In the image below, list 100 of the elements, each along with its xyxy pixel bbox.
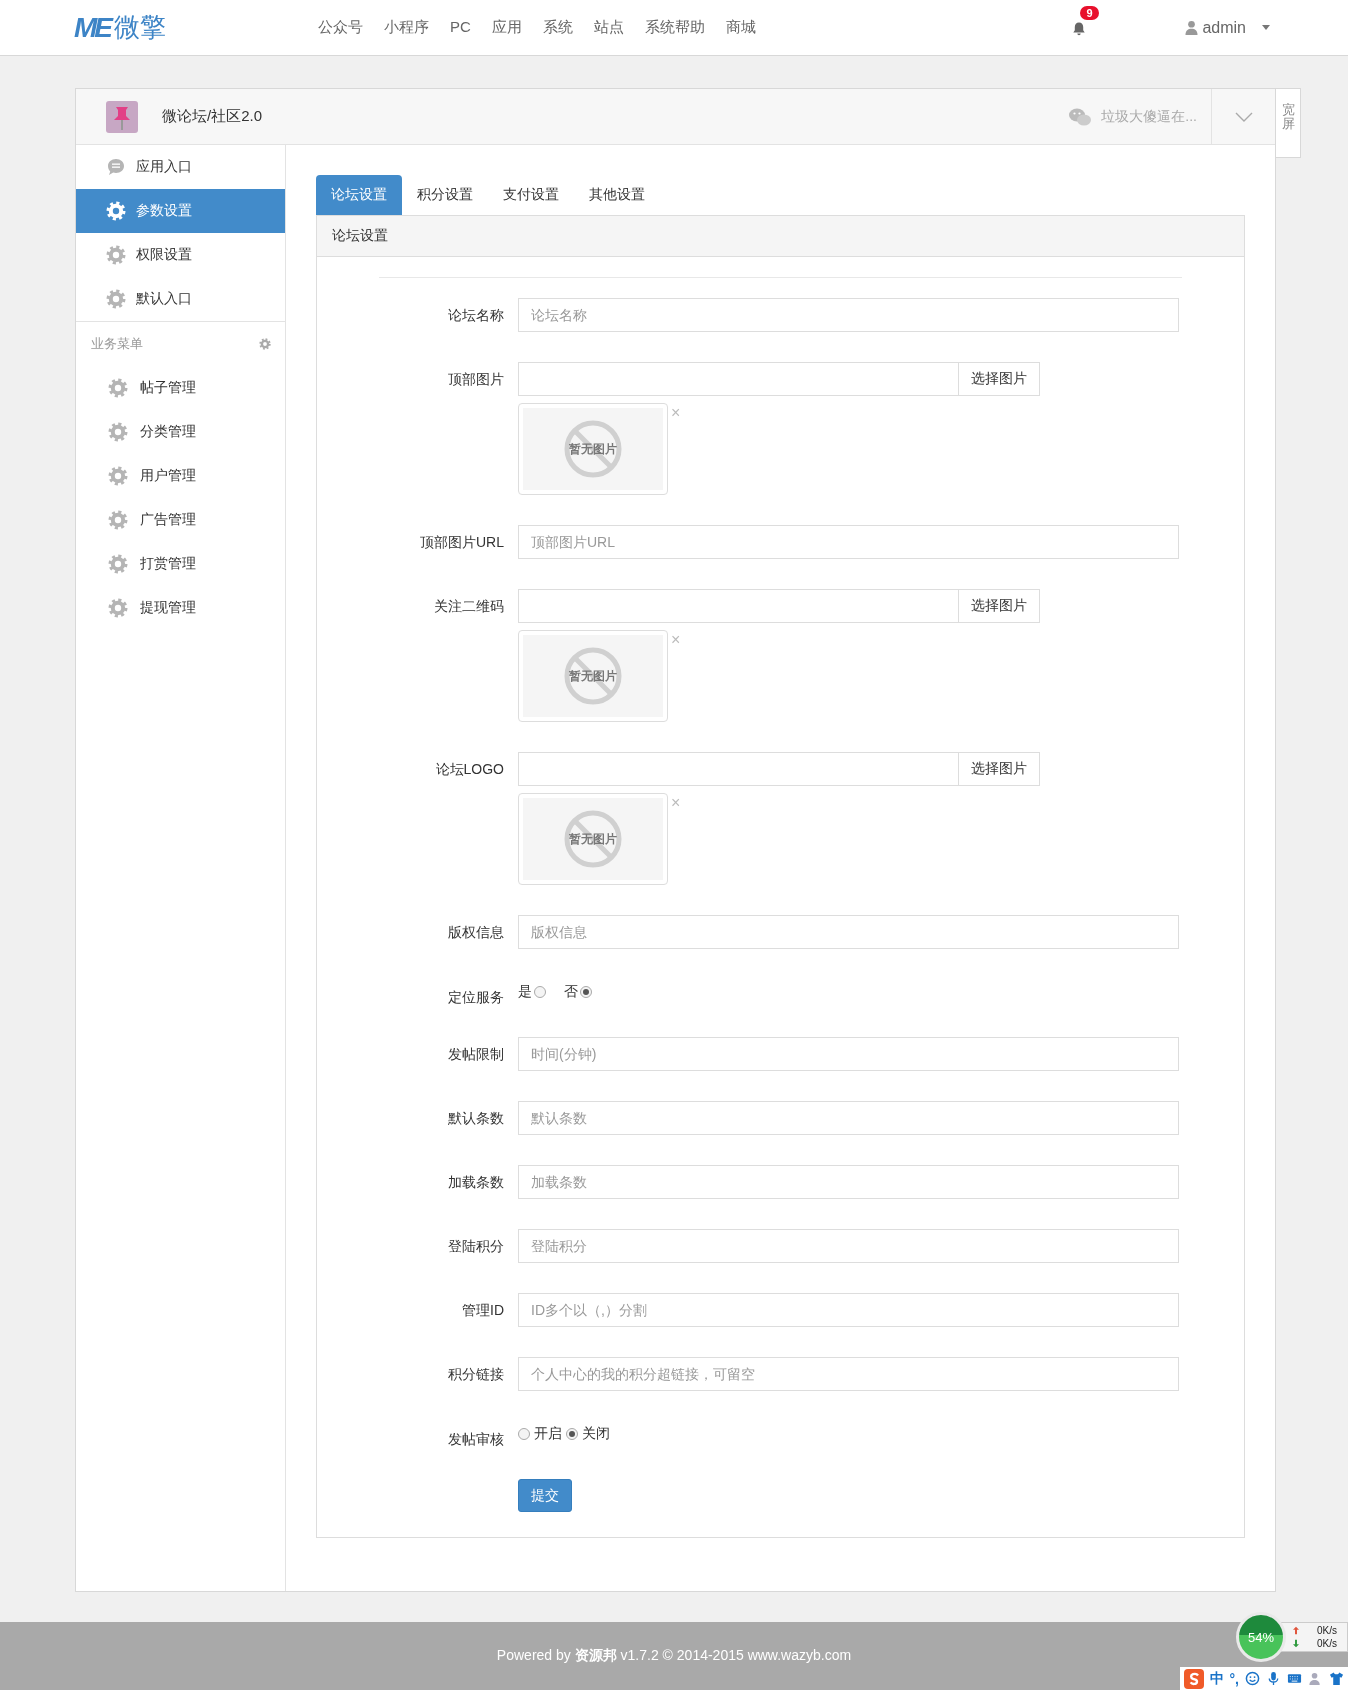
menu-item[interactable]: 用户管理: [76, 454, 285, 498]
field-label: 积分链接: [447, 1365, 505, 1384]
gear-icon: [108, 554, 128, 574]
user-icon[interactable]: [1308, 1671, 1323, 1686]
nav-link[interactable]: 商城: [725, 18, 756, 37]
gear-icon: [106, 289, 126, 309]
wechat-icon: [1069, 107, 1092, 126]
app-title: 微论坛/社区2.0: [162, 107, 263, 126]
no-image-icon: [563, 419, 623, 479]
widescreen-tab[interactable]: 宽屏: [1276, 88, 1301, 158]
field-label: 默认条数: [447, 1109, 505, 1128]
download-arrow-icon: [1293, 1639, 1299, 1648]
radio-label: 是: [518, 983, 532, 1001]
tab[interactable]: 支付设置: [488, 175, 574, 215]
pushpin-icon: [106, 100, 138, 133]
sidebar-item[interactable]: 权限设置: [76, 233, 285, 277]
notification-badge: 9: [1080, 5, 1099, 20]
smiley-icon[interactable]: [1245, 1671, 1260, 1686]
menu-item[interactable]: 提现管理: [76, 586, 285, 630]
nav-link[interactable]: 公众号: [318, 18, 363, 37]
user-icon: [1185, 20, 1199, 35]
card-title: 论坛设置: [332, 227, 388, 245]
section-title: 业务菜单: [91, 335, 143, 353]
gear-icon: [106, 245, 126, 265]
usage-percent: 54%: [1247, 1629, 1274, 1645]
input-field[interactable]: 时间(分钟): [518, 1037, 1179, 1071]
radio-label: 开启: [534, 1425, 562, 1443]
field-label: 顶部图片URL: [419, 533, 505, 552]
chevron-down-icon: [1234, 111, 1253, 122]
input-field[interactable]: [518, 362, 959, 396]
field-label: 论坛名称: [447, 306, 505, 325]
sidebar-item[interactable]: 应用入口: [76, 145, 285, 189]
ime-mode[interactable]: 中: [1209, 1669, 1224, 1688]
footer-text: Powered by 资源邦 v1.7.2 © 2014-2015 www.wazyb.com: [496, 1647, 852, 1665]
field-label: 发帖审核: [447, 1430, 505, 1449]
menu-item[interactable]: 打赏管理: [76, 542, 285, 586]
input-field[interactable]: 顶部图片URL: [518, 525, 1179, 559]
choose-image-button[interactable]: 选择图片: [959, 589, 1040, 623]
gear-icon: [106, 201, 126, 221]
radio-label: 关闭: [582, 1425, 610, 1443]
field-label: 登陆积分: [447, 1237, 505, 1256]
field-label: 关注二维码: [433, 597, 505, 616]
input-field[interactable]: 版权信息: [518, 915, 1179, 949]
tab[interactable]: 其他设置: [574, 175, 660, 215]
bell-icon[interactable]: [1071, 20, 1088, 37]
input-field[interactable]: 默认条数: [518, 1101, 1179, 1135]
logo-text[interactable]: 微擎: [114, 10, 166, 45]
no-image-icon: [563, 646, 623, 706]
no-image-text: 暂无图片: [569, 832, 617, 846]
shirt-icon[interactable]: [1329, 1671, 1344, 1686]
input-field[interactable]: ID多个以（,）分割: [518, 1293, 1179, 1327]
nav-link[interactable]: PC: [450, 18, 471, 37]
gear-icon: [108, 378, 128, 398]
gear-icon: [108, 422, 128, 442]
field-label: 发帖限制: [447, 1045, 505, 1064]
tab[interactable]: 积分设置: [402, 175, 488, 215]
field-label: 加载条数: [447, 1173, 505, 1192]
input-field[interactable]: [518, 589, 959, 623]
nav-link[interactable]: 小程序: [384, 18, 429, 37]
input-field[interactable]: 加载条数: [518, 1165, 1179, 1199]
logo-mark[interactable]: ME: [74, 11, 110, 44]
sidebar-item[interactable]: 参数设置: [76, 189, 285, 233]
field-label: 管理ID: [461, 1301, 505, 1320]
keyboard-icon[interactable]: [1287, 1671, 1302, 1686]
menu-item[interactable]: 帖子管理: [76, 366, 285, 410]
field-label: 顶部图片: [447, 370, 505, 389]
nav-link[interactable]: 应用: [491, 18, 522, 37]
tab[interactable]: 论坛设置: [316, 175, 402, 215]
radio-button[interactable]: [566, 1428, 578, 1440]
ime-punctuation[interactable]: °,: [1229, 1670, 1239, 1687]
gear-icon: [108, 510, 128, 530]
nav-link[interactable]: 站点: [593, 18, 624, 37]
gear-icon: [108, 598, 128, 618]
radio-button[interactable]: [534, 986, 546, 998]
ime-logo-icon[interactable]: [1183, 1668, 1204, 1689]
input-field[interactable]: 个人中心的我的积分超链接，可留空: [518, 1357, 1179, 1391]
radio-button[interactable]: [518, 1428, 530, 1440]
input-field[interactable]: 论坛名称: [518, 298, 1179, 332]
chat-icon: [106, 157, 126, 177]
input-field[interactable]: 登陆积分: [518, 1229, 1179, 1263]
gear-icon: [108, 466, 128, 486]
no-image-icon: [563, 809, 623, 869]
user-name[interactable]: admin: [1202, 18, 1246, 37]
caret-icon[interactable]: [1262, 25, 1270, 30]
upload-arrow-icon: [1293, 1626, 1299, 1635]
sidebar-item[interactable]: 默认入口: [76, 277, 285, 321]
radio-button[interactable]: [580, 986, 592, 998]
microphone-icon[interactable]: [1266, 1671, 1281, 1686]
download-rate: 0K/s: [1317, 1638, 1337, 1649]
nav-link[interactable]: 系统帮助: [644, 18, 705, 37]
menu-item[interactable]: 分类管理: [76, 410, 285, 454]
menu-item[interactable]: 广告管理: [76, 498, 285, 542]
no-image-text: 暂无图片: [569, 442, 617, 456]
input-field[interactable]: [518, 752, 959, 786]
choose-image-button[interactable]: 选择图片: [959, 752, 1040, 786]
choose-image-button[interactable]: 选择图片: [959, 362, 1040, 396]
nav-link[interactable]: 系统: [542, 18, 573, 37]
field-label: 定位服务: [447, 988, 505, 1007]
settings-icon[interactable]: [259, 338, 271, 350]
submit-button[interactable]: 提交: [518, 1479, 572, 1512]
